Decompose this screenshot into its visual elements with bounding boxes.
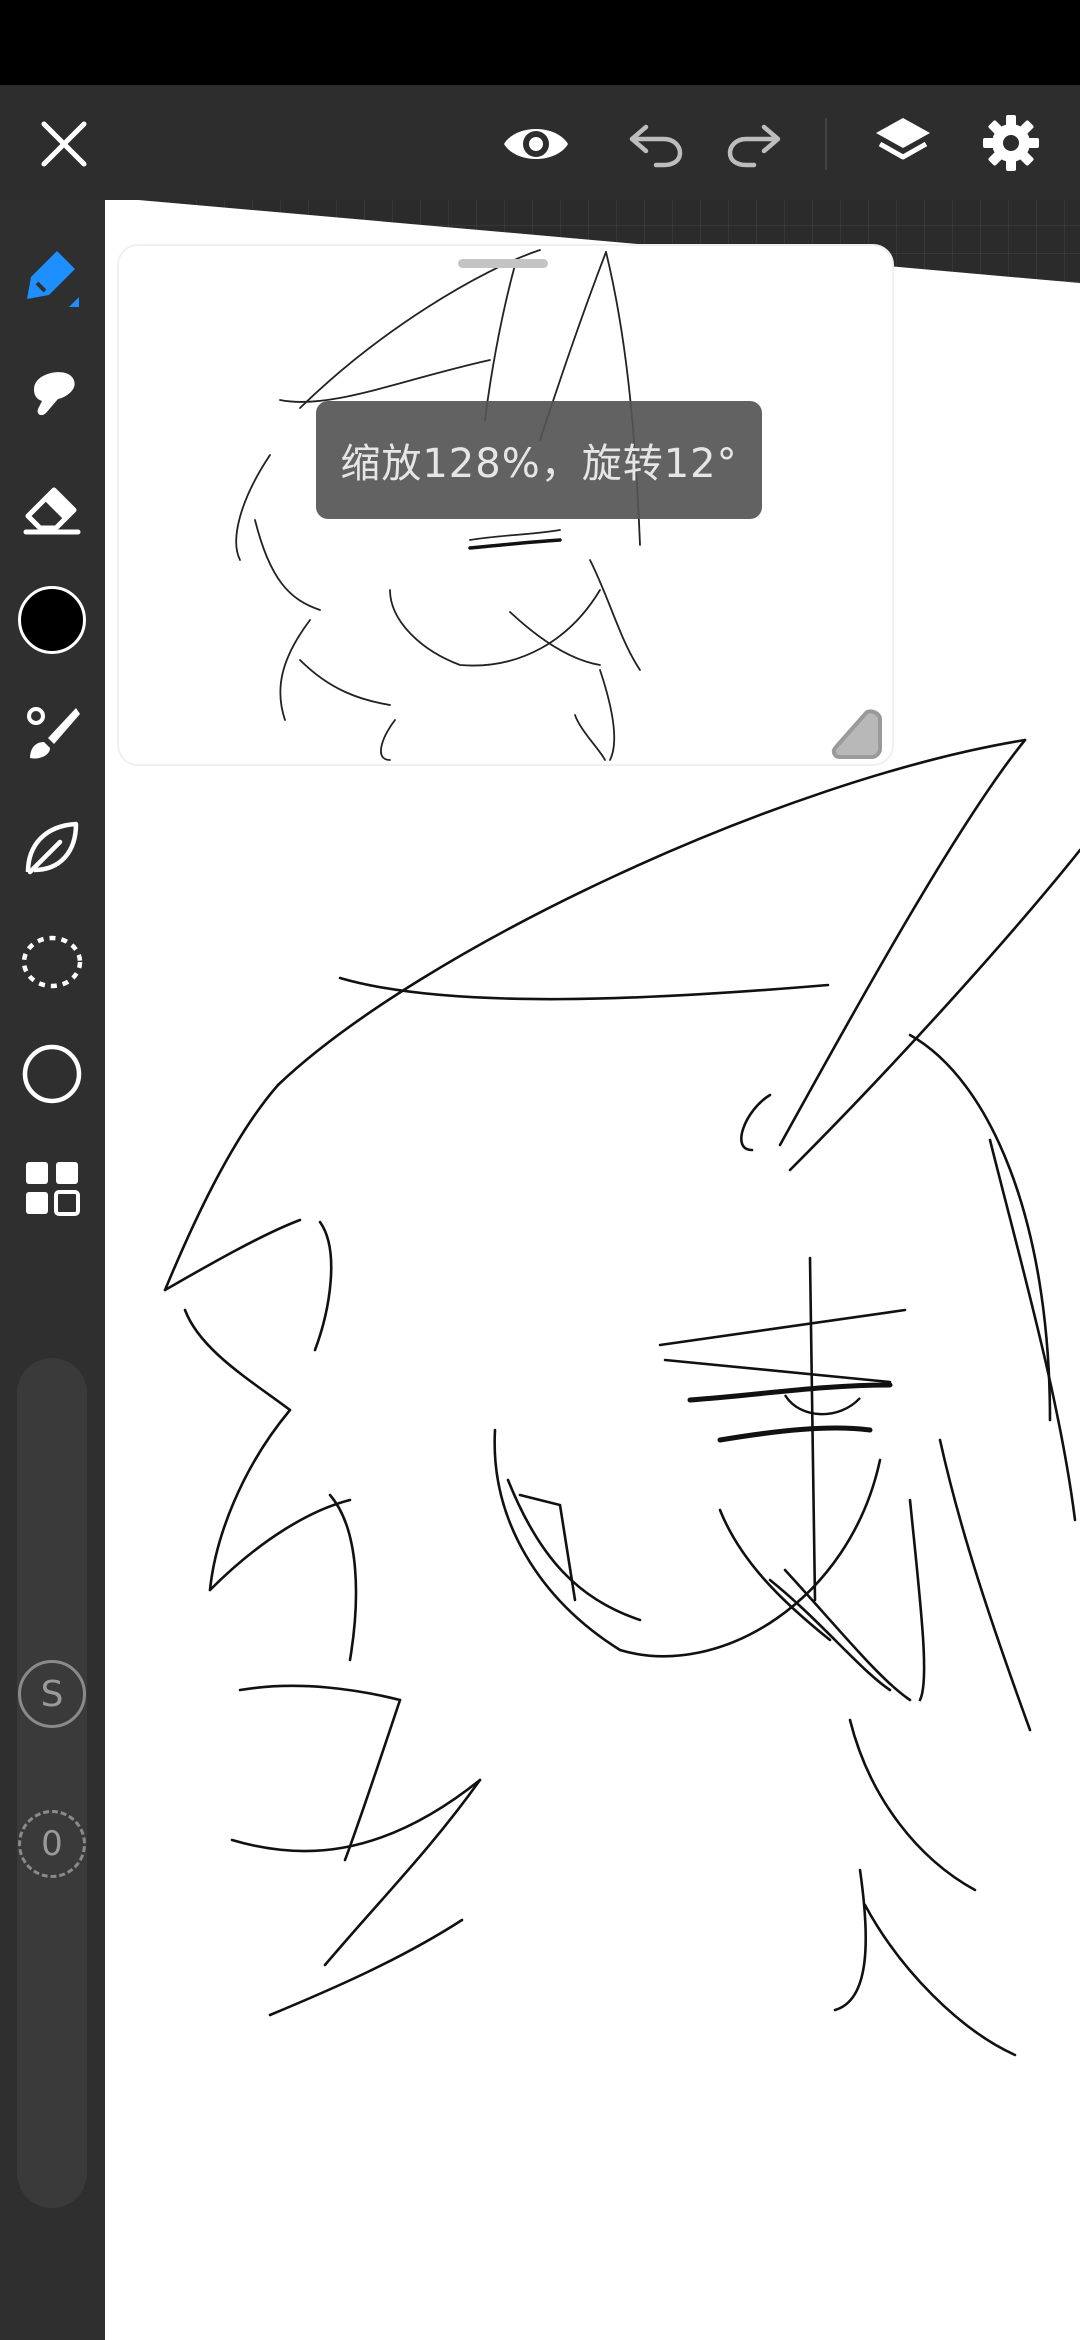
status-bar (0, 0, 1080, 85)
selection-tool-button[interactable] (8, 918, 96, 1006)
toolbar-divider (825, 118, 827, 170)
reference-panel-drag-handle[interactable] (458, 259, 548, 268)
brush-size-opacity-track[interactable] (17, 1358, 87, 2208)
preview-button[interactable] (500, 108, 572, 180)
lasso-icon (21, 935, 83, 989)
toast-text: 缩放128%，旋转12° (340, 441, 738, 487)
gear-icon (983, 115, 1039, 171)
pen-tool-button[interactable] (8, 232, 96, 320)
undo-icon (629, 124, 683, 168)
brush-library-button[interactable] (8, 690, 96, 778)
eraser-tool-button[interactable] (8, 462, 96, 550)
circle-icon (22, 1044, 82, 1104)
zoom-rotation-toast: 缩放128%，旋转12° (316, 401, 762, 519)
size-label: S (40, 1673, 64, 1715)
close-button[interactable] (28, 108, 100, 180)
layers-button[interactable] (866, 106, 940, 180)
redo-icon (727, 124, 781, 168)
color-swatch (18, 586, 86, 654)
leaf-icon (25, 821, 79, 875)
settings-button[interactable] (974, 106, 1048, 180)
layers-icon (876, 118, 930, 160)
brush-size-handle[interactable]: S (18, 1660, 86, 1728)
grid-icon (26, 1162, 80, 1216)
close-icon (41, 121, 87, 167)
opacity-label: 0 (41, 1824, 63, 1864)
color-picker-button[interactable] (8, 576, 96, 664)
smudge-icon (34, 372, 75, 416)
eye-icon (504, 129, 568, 159)
pen-icon (27, 251, 79, 307)
more-tools-button[interactable] (8, 1144, 96, 1232)
shape-tool-button[interactable] (8, 1030, 96, 1118)
reference-resize-icon[interactable] (830, 705, 886, 761)
eraser-icon (23, 487, 81, 535)
brush-icon (27, 707, 80, 759)
smudge-tool-button[interactable] (8, 347, 96, 435)
undo-button[interactable] (620, 108, 692, 180)
fill-tool-button[interactable] (8, 804, 96, 892)
opacity-handle[interactable]: 0 (18, 1810, 86, 1878)
redo-button[interactable] (718, 108, 790, 180)
